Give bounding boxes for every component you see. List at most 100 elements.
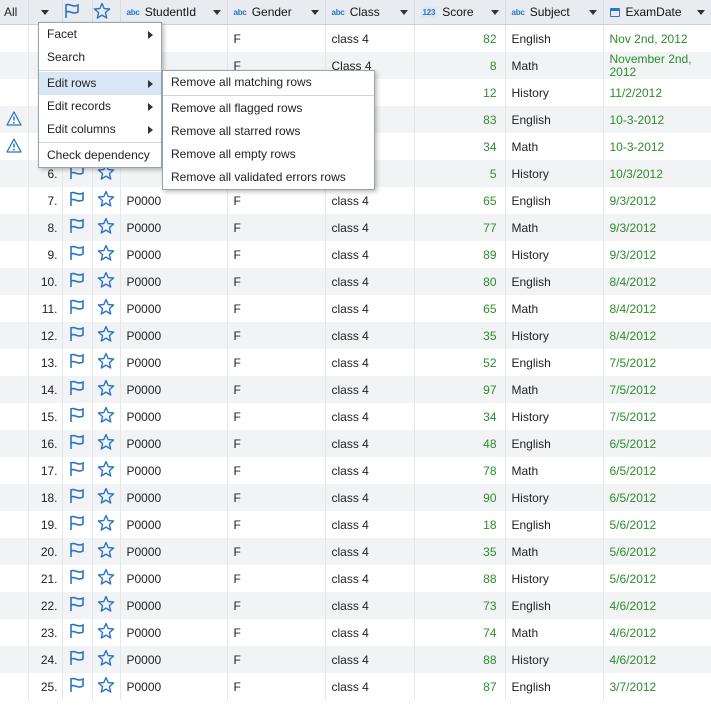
cell-examdate[interactable]: 6/5/2012 <box>603 457 711 484</box>
star-icon[interactable] <box>97 568 115 586</box>
cell-examdate[interactable]: 5/6/2012 <box>603 511 711 538</box>
all-column-header[interactable]: All <box>0 0 29 25</box>
star-icon[interactable] <box>97 352 115 370</box>
cell-subject[interactable]: English <box>505 106 604 133</box>
cell-class[interactable]: class 4 <box>325 187 415 214</box>
cell-score[interactable]: 8 <box>414 52 506 79</box>
row-flag[interactable] <box>62 565 93 592</box>
row-flag[interactable] <box>62 457 93 484</box>
cell-score[interactable]: 52 <box>414 349 506 376</box>
flag-icon[interactable] <box>68 244 86 262</box>
row-star[interactable] <box>92 241 121 268</box>
cell-examdate[interactable]: 11/2/2012 <box>603 79 711 106</box>
flag-icon[interactable] <box>68 217 86 235</box>
row-flag[interactable] <box>62 484 93 511</box>
flag-icon[interactable] <box>68 379 86 397</box>
row-star[interactable] <box>92 187 121 214</box>
submenu-remove-validated-errors-rows[interactable]: Remove all validated errors rows <box>163 166 374 189</box>
cell-class[interactable]: class 4 <box>325 538 415 565</box>
cell-class[interactable]: class 4 <box>325 322 415 349</box>
cell-studentid[interactable]: P0000 <box>120 619 228 646</box>
column-header-studentid[interactable]: abc StudentId <box>120 0 228 25</box>
row-star[interactable] <box>92 619 121 646</box>
row-flag[interactable] <box>62 430 93 457</box>
chevron-down-icon[interactable] <box>399 9 408 15</box>
flag-icon[interactable] <box>68 433 86 451</box>
cell-subject[interactable]: English <box>505 592 604 619</box>
cell-class[interactable]: class 4 <box>325 592 415 619</box>
cell-gender[interactable]: F <box>227 268 326 295</box>
cell-subject[interactable]: History <box>505 565 604 592</box>
star-icon[interactable] <box>93 2 111 20</box>
row-flag[interactable] <box>62 214 93 241</box>
star-icon[interactable] <box>97 190 115 208</box>
star-icon[interactable] <box>97 541 115 559</box>
flag-icon[interactable] <box>68 271 86 289</box>
cell-examdate[interactable]: 10-3-2012 <box>603 133 711 160</box>
cell-subject[interactable]: English <box>505 268 604 295</box>
flag-icon[interactable] <box>68 514 86 532</box>
cell-subject[interactable]: Math <box>505 214 604 241</box>
submenu-remove-flagged-rows[interactable]: Remove all flagged rows <box>163 97 374 120</box>
cell-score[interactable]: 34 <box>414 133 506 160</box>
star-column-header[interactable] <box>92 0 121 25</box>
cell-examdate[interactable]: 9/3/2012 <box>603 214 711 241</box>
cell-gender[interactable]: F <box>227 538 326 565</box>
row-flag[interactable] <box>62 592 93 619</box>
cell-examdate[interactable]: 9/3/2012 <box>603 187 711 214</box>
cell-class[interactable]: class 4 <box>325 24 415 52</box>
cell-examdate[interactable]: Nov 2nd, 2012 <box>603 24 711 52</box>
flag-icon[interactable] <box>68 352 86 370</box>
flag-icon[interactable] <box>68 541 86 559</box>
cell-score[interactable]: 5 <box>414 160 506 187</box>
cell-class[interactable]: class 4 <box>325 403 415 430</box>
cell-studentid[interactable]: P0000 <box>120 646 228 673</box>
row-star[interactable] <box>92 592 121 619</box>
row-star[interactable] <box>92 646 121 673</box>
row-star[interactable] <box>92 403 121 430</box>
submenu-remove-starred-rows[interactable]: Remove all starred rows <box>163 120 374 143</box>
cell-class[interactable]: class 4 <box>325 376 415 403</box>
cell-score[interactable]: 12 <box>414 79 506 106</box>
column-header-gender[interactable]: abc Gender <box>227 0 326 25</box>
cell-class[interactable]: class 4 <box>325 457 415 484</box>
star-icon[interactable] <box>97 649 115 667</box>
cell-studentid[interactable]: P0000 <box>120 376 228 403</box>
cell-score[interactable]: 83 <box>414 106 506 133</box>
cell-score[interactable]: 78 <box>414 457 506 484</box>
flag-icon[interactable] <box>68 568 86 586</box>
chevron-down-icon[interactable] <box>310 9 319 15</box>
cell-score[interactable]: 34 <box>414 403 506 430</box>
cell-examdate[interactable]: 8/4/2012 <box>603 295 711 322</box>
cell-studentid[interactable]: P0000 <box>120 457 228 484</box>
row-star[interactable] <box>92 295 121 322</box>
flag-icon[interactable] <box>68 595 86 613</box>
cell-subject[interactable]: Math <box>505 457 604 484</box>
cell-class[interactable]: class 4 <box>325 349 415 376</box>
row-star[interactable] <box>92 322 121 349</box>
row-star[interactable] <box>92 457 121 484</box>
cell-subject[interactable]: English <box>505 430 604 457</box>
submenu-remove-empty-rows[interactable]: Remove all empty rows <box>163 143 374 166</box>
flag-icon[interactable] <box>68 622 86 640</box>
cell-score[interactable]: 74 <box>414 619 506 646</box>
cell-subject[interactable]: English <box>505 349 604 376</box>
cell-gender[interactable]: F <box>227 619 326 646</box>
cell-studentid[interactable]: P0000 <box>120 538 228 565</box>
cell-subject[interactable]: English <box>505 24 604 52</box>
star-icon[interactable] <box>97 595 115 613</box>
cell-studentid[interactable]: P0000 <box>120 511 228 538</box>
cell-gender[interactable]: F <box>227 673 326 700</box>
column-header-class[interactable]: abc Class <box>325 0 415 25</box>
cell-score[interactable]: 48 <box>414 430 506 457</box>
cell-gender[interactable]: F <box>227 376 326 403</box>
row-flag[interactable] <box>62 295 93 322</box>
row-flag[interactable] <box>62 511 93 538</box>
star-icon[interactable] <box>97 433 115 451</box>
cell-studentid[interactable]: P0000 <box>120 268 228 295</box>
flag-icon[interactable] <box>68 676 86 694</box>
menu-item-edit-columns[interactable]: Edit columns <box>39 118 161 141</box>
cell-score[interactable]: 90 <box>414 484 506 511</box>
cell-gender[interactable]: F <box>227 565 326 592</box>
star-icon[interactable] <box>97 325 115 343</box>
